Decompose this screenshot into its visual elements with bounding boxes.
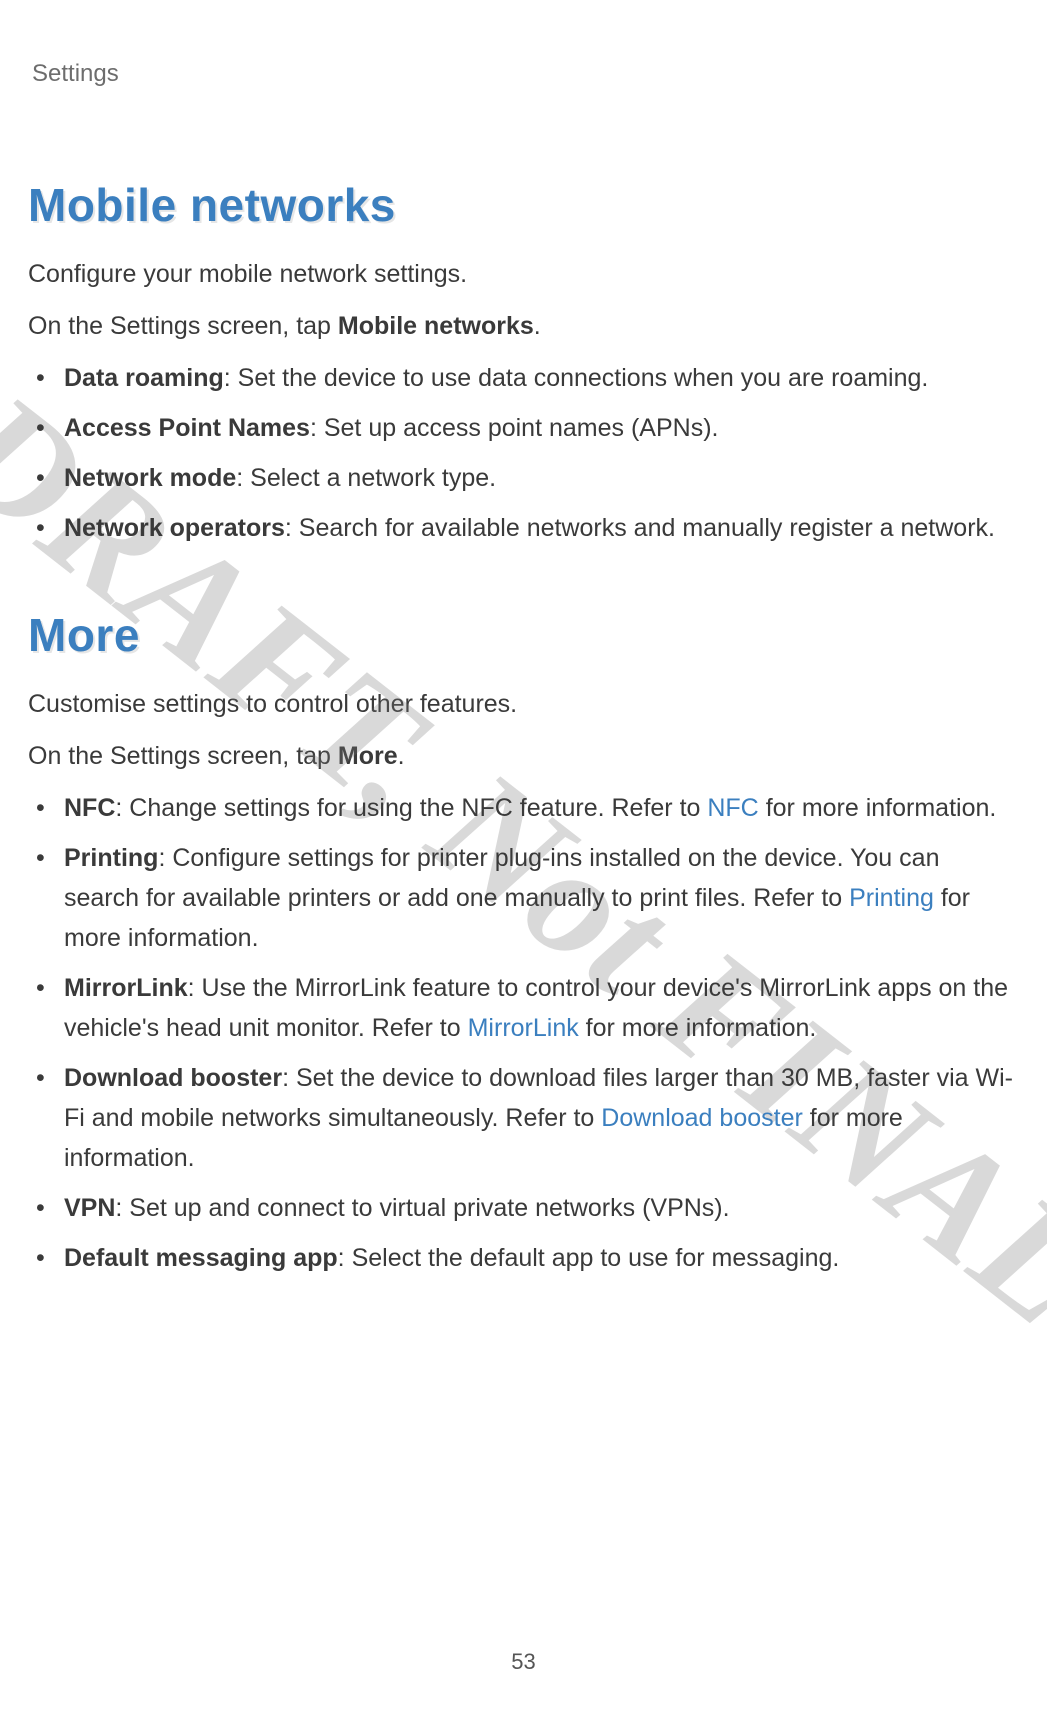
bullet-bold-run: NFC	[64, 794, 115, 822]
para-bold-run: Mobile networks	[338, 312, 534, 340]
bullet-run: for more information.	[759, 794, 997, 822]
bullet-run: : Configure settings for printer plug-in…	[64, 844, 939, 912]
bullet-bold-run: Network mode	[64, 464, 236, 492]
paragraph: On the Settings screen, tap More.	[28, 736, 1019, 776]
para-run: Customise settings to control other feat…	[28, 690, 517, 718]
list-item: MirrorLink: Use the MirrorLink feature t…	[64, 968, 1019, 1048]
para-bold-run: More	[338, 742, 398, 770]
bullet-bold-run: VPN	[64, 1194, 115, 1222]
bullet-bold-run: MirrorLink	[64, 974, 188, 1002]
bullet-run: : Set the device to use data connections…	[224, 364, 929, 392]
para-run: On the Settings screen, tap	[28, 312, 338, 340]
bullet-run: : Select a network type.	[236, 464, 496, 492]
para-run: .	[534, 312, 541, 340]
bullet-run: : Select the default app to use for mess…	[338, 1244, 840, 1272]
bullet-bold-run: Download booster	[64, 1064, 282, 1092]
bullet-bold-run: Access Point Names	[64, 414, 310, 442]
list-item: Default messaging app: Select the defaul…	[64, 1238, 1019, 1278]
para-run: .	[398, 742, 405, 770]
bullet-link-run[interactable]: NFC	[707, 794, 758, 822]
bullet-run: : Set up access point names (APNs).	[310, 414, 719, 442]
document-page: Settings DRAFT, Not FINAL Mobile network…	[0, 0, 1047, 1719]
section-title: Mobile networks	[28, 178, 1019, 232]
bullet-list: Data roaming: Set the device to use data…	[28, 358, 1019, 548]
paragraph: On the Settings screen, tap Mobile netwo…	[28, 306, 1019, 346]
section-title: More	[28, 608, 1019, 662]
list-item: NFC: Change settings for using the NFC f…	[64, 788, 1019, 828]
para-run: Configure your mobile network settings.	[28, 260, 467, 288]
list-item: Data roaming: Set the device to use data…	[64, 358, 1019, 398]
page-number: 53	[0, 1649, 1047, 1675]
paragraph: Configure your mobile network settings.	[28, 254, 1019, 294]
list-item: VPN: Set up and connect to virtual priva…	[64, 1188, 1019, 1228]
bullet-run: : Set up and connect to virtual private …	[115, 1194, 729, 1222]
bullet-bold-run: Data roaming	[64, 364, 224, 392]
bullet-bold-run: Default messaging app	[64, 1244, 338, 1272]
page-header: Settings	[32, 60, 1019, 88]
list-item: Printing: Configure settings for printer…	[64, 838, 1019, 958]
list-item: Access Point Names: Set up access point …	[64, 408, 1019, 448]
bullet-list: NFC: Change settings for using the NFC f…	[28, 788, 1019, 1278]
bullet-run: : Change settings for using the NFC feat…	[115, 794, 707, 822]
para-run: On the Settings screen, tap	[28, 742, 338, 770]
bullet-link-run[interactable]: Printing	[849, 884, 934, 912]
bullet-link-run[interactable]: Download booster	[601, 1104, 803, 1132]
page-content: Mobile networks Configure your mobile net…	[28, 178, 1019, 1278]
paragraph: Customise settings to control other feat…	[28, 684, 1019, 724]
bullet-bold-run: Network operators	[64, 514, 285, 542]
list-item: Download booster: Set the device to down…	[64, 1058, 1019, 1178]
bullet-run: for more information.	[579, 1014, 817, 1042]
list-item: Network operators: Search for available …	[64, 508, 1019, 548]
list-item: Network mode: Select a network type.	[64, 458, 1019, 498]
bullet-bold-run: Printing	[64, 844, 158, 872]
bullet-run: : Search for available networks and manu…	[285, 514, 995, 542]
bullet-link-run[interactable]: MirrorLink	[468, 1014, 579, 1042]
